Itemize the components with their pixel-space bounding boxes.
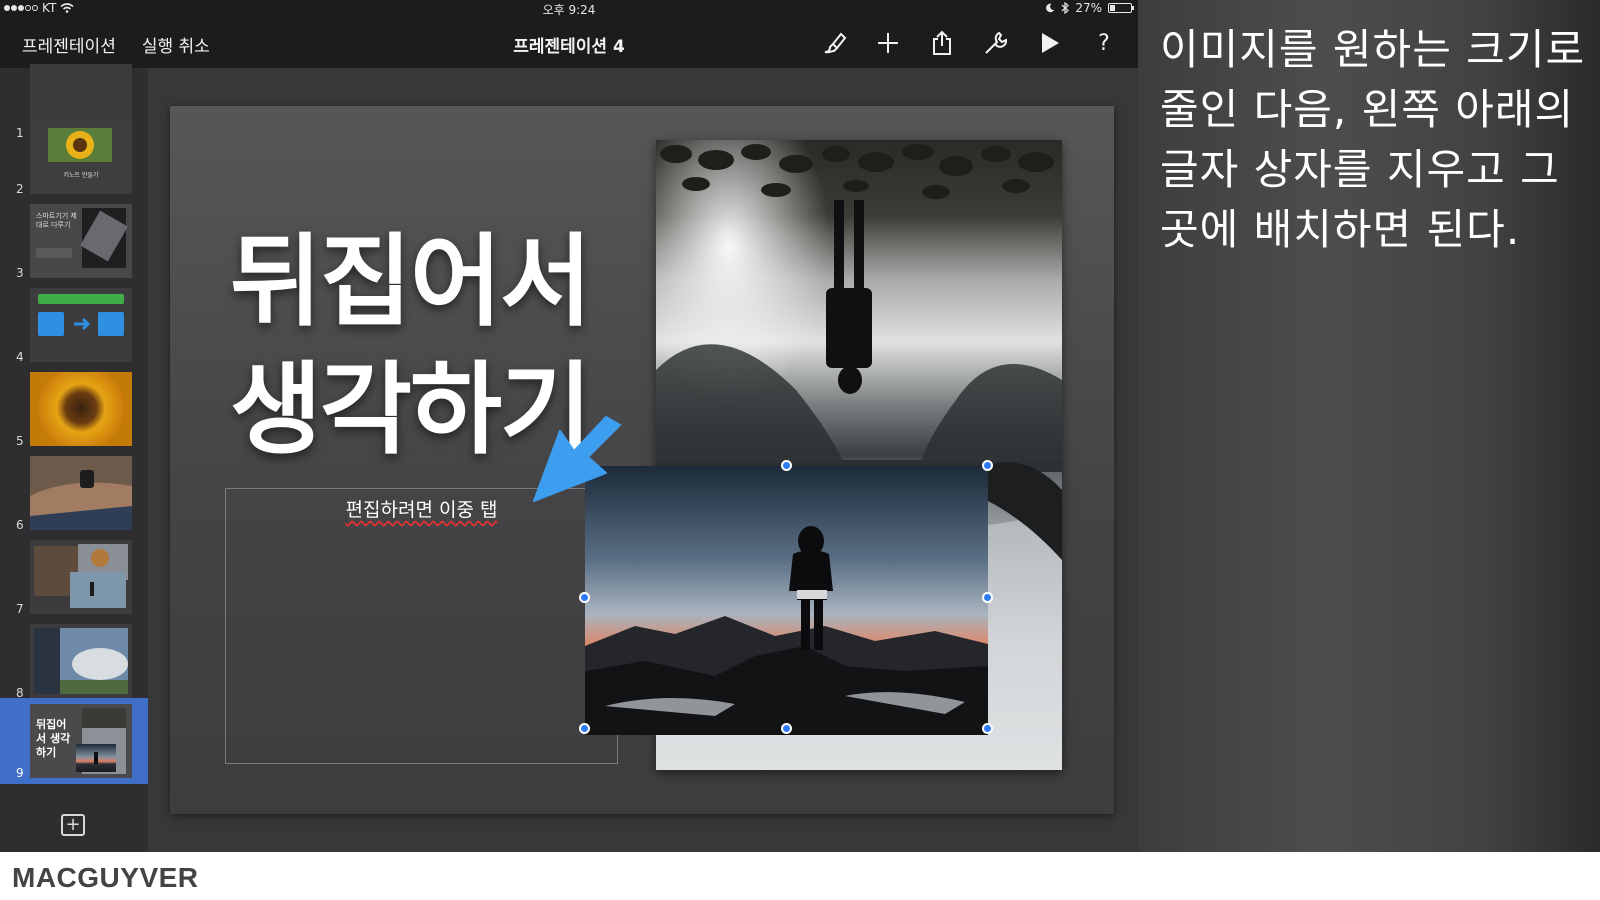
- tutorial-caption-panel: 이미지를 원하는 크기로 줄인 다음, 왼쪽 아래의 글자 상자를 지우고 그 …: [1138, 0, 1600, 852]
- tools-button[interactable]: [980, 28, 1012, 58]
- toolbar: 프레젠테이션 실행 취소 프레젠테이션 4 ?: [0, 18, 1138, 68]
- slide-number: 7: [16, 602, 24, 616]
- resize-handle-top[interactable]: [781, 460, 792, 471]
- slide-thumbnail-2[interactable]: 키노트 만들기 2: [0, 114, 148, 200]
- slide-number: 9: [16, 766, 24, 780]
- slide-thumbnail-7[interactable]: 7: [0, 534, 148, 620]
- play-icon: [1042, 33, 1059, 53]
- slide-canvas[interactable]: 뒤집어서 생각하기 편집하려면 이중 탭: [170, 106, 1114, 814]
- slide-thumbnail-6[interactable]: 6: [0, 450, 148, 536]
- battery-icon: [1108, 3, 1134, 13]
- share-icon: [933, 30, 951, 55]
- reflection-image: [76, 708, 126, 774]
- resize-handle-bottom[interactable]: [781, 723, 792, 734]
- clock: 오후 9:24: [542, 3, 596, 17]
- presentations-back-button[interactable]: 프레젠테이션: [22, 32, 116, 57]
- ipad-screen: KT 오후 9:24 27% 프레젠테이션 실행 취소 프레젠테이션 4 ? 1…: [0, 0, 1138, 852]
- arrow-icon: [533, 416, 621, 502]
- collage-image: [34, 544, 128, 608]
- diagram-image: [38, 294, 124, 336]
- hiker-photo[interactable]: [585, 466, 988, 735]
- bluetooth-icon: [1061, 2, 1070, 14]
- status-right: 27%: [1045, 1, 1134, 15]
- slide-thumbnail-8[interactable]: 8: [0, 618, 148, 704]
- slide-thumbnail-5[interactable]: 5: [0, 366, 148, 452]
- slide-preview: [30, 288, 132, 362]
- resize-handle-left[interactable]: [579, 592, 590, 603]
- toolbar-left: 프레젠테이션 실행 취소: [22, 32, 210, 57]
- sunflower-image: [48, 128, 112, 162]
- slide-preview: [30, 456, 132, 530]
- text-box[interactable]: 편집하려면 이중 탭: [225, 488, 618, 764]
- format-brush-icon: [824, 32, 847, 54]
- resize-handle-bottom-left[interactable]: [579, 723, 590, 734]
- slide-preview: [30, 372, 132, 446]
- insert-button[interactable]: [872, 28, 904, 58]
- toolbar-right: ?: [818, 28, 1120, 58]
- slide-preview: [30, 540, 132, 614]
- watch-wrist-image: [30, 456, 132, 530]
- play-button[interactable]: [1034, 28, 1066, 58]
- slide-caption: 키노트 만들기: [63, 172, 99, 179]
- status-bar: KT 오후 9:24 27%: [0, 0, 1138, 18]
- slide-preview: 키노트 만들기: [30, 120, 132, 194]
- battery-fill: [1110, 5, 1115, 11]
- devices-image: [36, 208, 128, 268]
- plus-icon: +: [65, 814, 81, 835]
- slide-number: 2: [16, 182, 24, 196]
- slide-number: 4: [16, 350, 24, 364]
- slide-number: 6: [16, 518, 24, 532]
- slide-number: 3: [16, 266, 24, 280]
- moon-icon: [1046, 3, 1055, 13]
- format-button[interactable]: [818, 28, 850, 58]
- add-slide-button[interactable]: +: [61, 814, 85, 836]
- slide-thumbnail-3[interactable]: 스마트기기 제대로 다루기 3: [0, 198, 148, 284]
- slide-navigator: 1 키노트 만들기 2 스마트기기 제대로 다루기 3 4 5 6 7 8 뒤집…: [0, 64, 148, 852]
- slide-canvas-area: 뒤집어서 생각하기 편집하려면 이중 탭: [148, 68, 1138, 852]
- macguyver-logo: MACGUYVER: [12, 862, 199, 893]
- slide-number: 5: [16, 434, 24, 448]
- sky-landscape-image: [34, 628, 128, 694]
- plus-icon: [878, 33, 898, 53]
- resize-handle-right[interactable]: [982, 592, 993, 603]
- undo-button[interactable]: 실행 취소: [142, 32, 210, 57]
- resize-handle-bottom-right[interactable]: [982, 723, 993, 734]
- sunflower-closeup-image: [30, 372, 132, 446]
- slide-preview: 스마트기기 제대로 다루기: [30, 204, 132, 278]
- help-icon: ?: [1098, 30, 1110, 56]
- share-button[interactable]: [926, 28, 958, 58]
- slide-thumbnail-9[interactable]: 뒤집어서 생각하기 9: [0, 698, 148, 784]
- help-button[interactable]: ?: [1088, 28, 1120, 58]
- hiker-sunset-image: [585, 466, 988, 735]
- wrench-icon: [985, 31, 1008, 54]
- slide-preview: [30, 624, 132, 698]
- slide-preview: 뒤집어서 생각하기: [30, 704, 132, 778]
- battery-percent: 27%: [1075, 1, 1102, 15]
- slide-thumbnail-4[interactable]: 4: [0, 282, 148, 368]
- resize-handle-top-right[interactable]: [982, 460, 993, 471]
- tutorial-caption: 이미지를 원하는 크기로 줄인 다음, 왼쪽 아래의 글자 상자를 지우고 그 …: [1160, 25, 1586, 254]
- footer: MACGUYVER: [0, 852, 1600, 900]
